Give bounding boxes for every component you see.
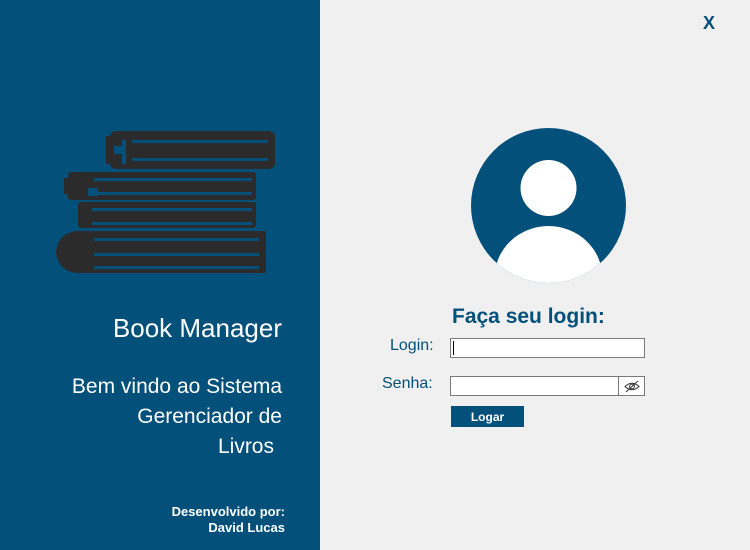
credits: Desenvolvido por: David Lucas — [172, 504, 285, 536]
close-button[interactable]: X — [696, 11, 722, 35]
login-button[interactable]: Logar — [451, 406, 524, 427]
welcome-line: Livros — [217, 435, 274, 458]
welcome-message: Bem vindo ao Sistema Gerenciador de Livr… — [2, 372, 282, 462]
welcome-line: Gerenciador de — [137, 405, 282, 428]
books-stack-icon — [56, 131, 275, 273]
text-caret — [453, 341, 454, 355]
credits-author: David Lucas — [208, 520, 285, 535]
password-label: Senha: — [382, 375, 433, 392]
welcome-line: Bem vindo ao Sistema — [71, 375, 282, 398]
credits-label: Desenvolvido por: — [171, 504, 285, 519]
login-input[interactable] — [450, 338, 645, 358]
login-label: Login: — [390, 337, 434, 354]
app-title: Book Manager — [112, 313, 282, 343]
sidebar-panel: Book Manager Bem vindo ao Sistema Gerenc… — [0, 0, 320, 550]
login-heading: Faça seu login: — [452, 305, 605, 328]
user-avatar-icon — [471, 128, 626, 283]
eye-slash-icon — [624, 380, 640, 393]
toggle-password-button[interactable] — [618, 376, 645, 396]
password-input[interactable] — [450, 376, 619, 396]
